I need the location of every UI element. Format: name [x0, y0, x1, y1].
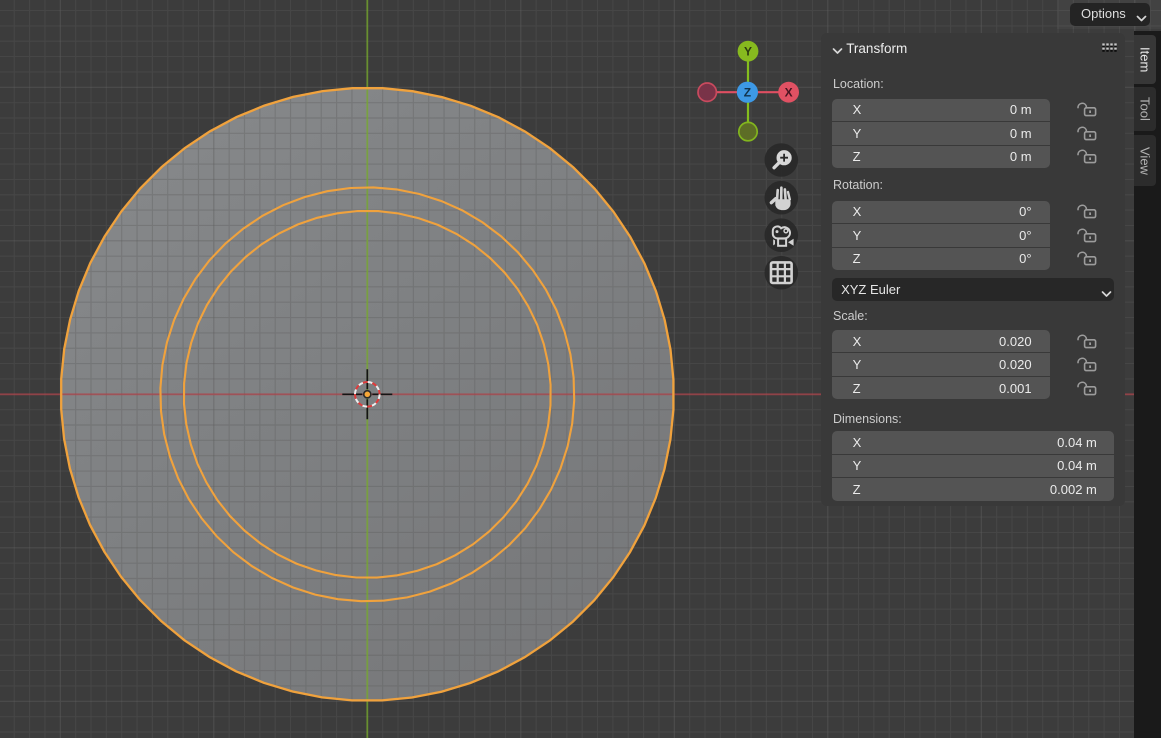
svg-text:Y: Y [744, 44, 752, 58]
svg-text:Z: Z [744, 85, 751, 99]
svg-text:X: X [785, 85, 793, 99]
